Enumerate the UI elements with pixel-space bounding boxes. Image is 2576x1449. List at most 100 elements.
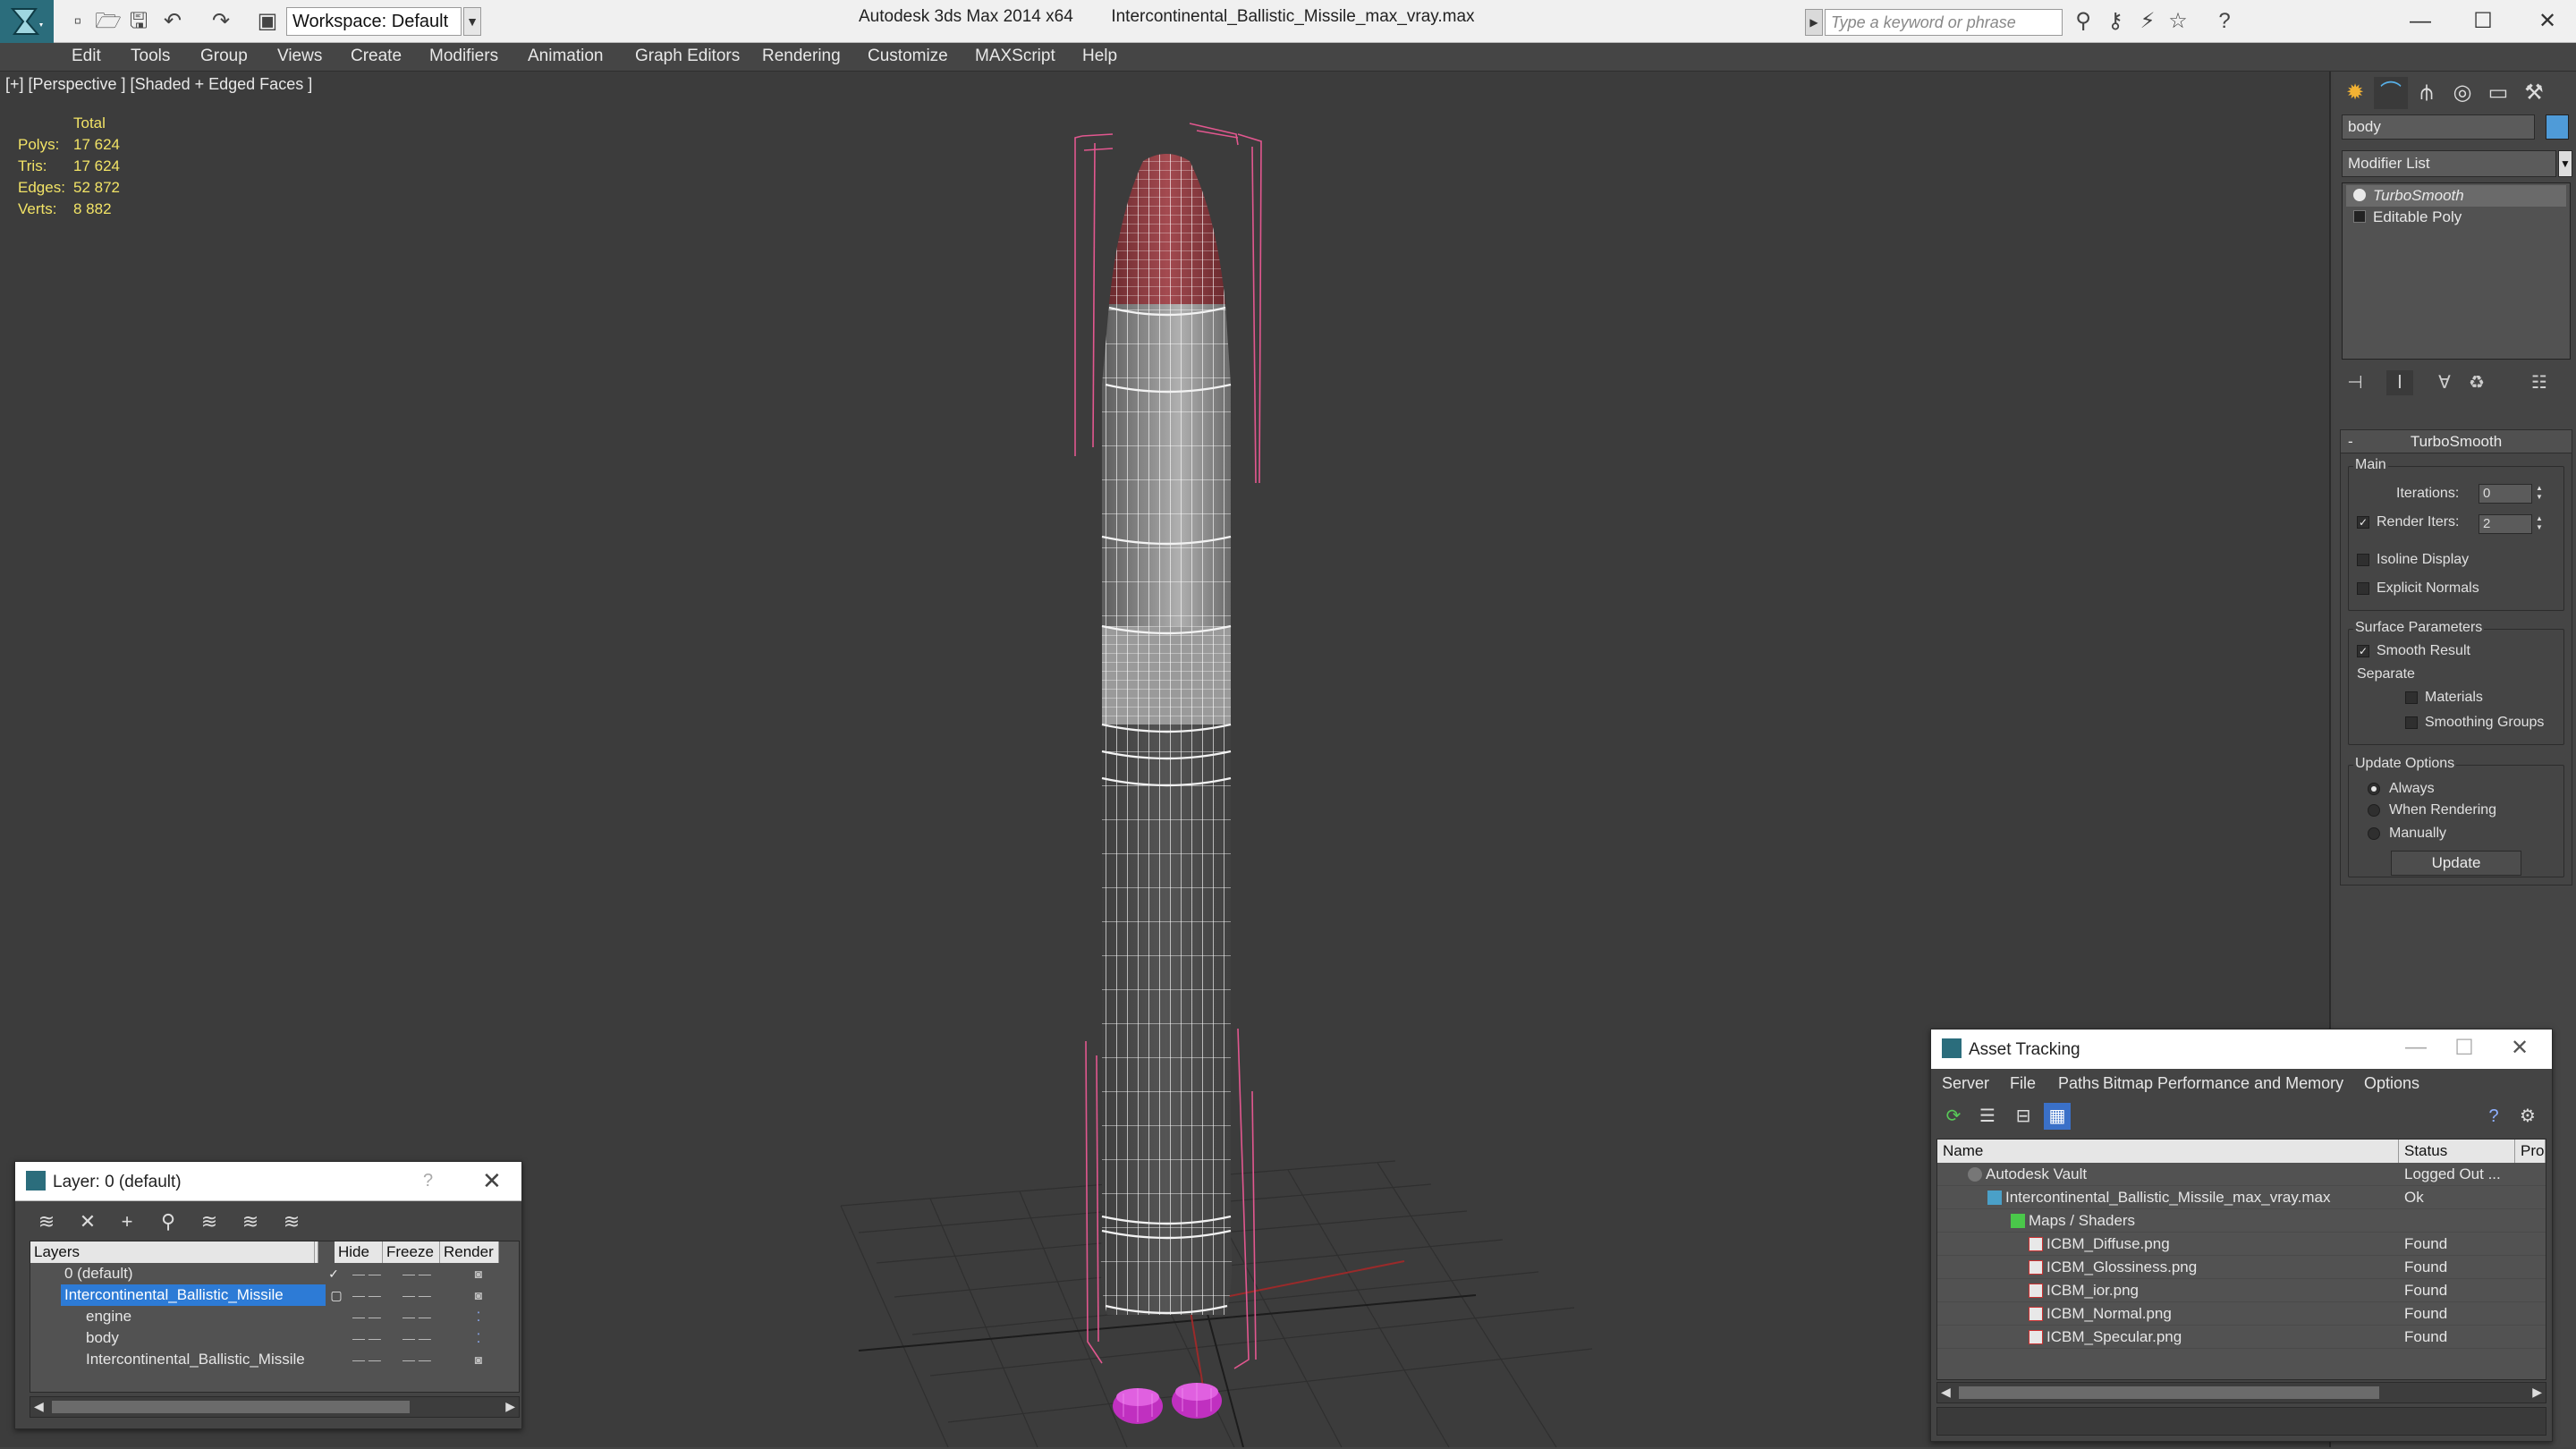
stack-item-editable-poly[interactable]: Editable Poly <box>2346 207 2566 228</box>
column-header-layers[interactable]: Layers <box>30 1241 315 1263</box>
when-rendering-radio[interactable] <box>2368 804 2380 817</box>
asset-row-vault[interactable]: Autodesk Vault Logged Out ... <box>1937 1163 2546 1186</box>
refresh-icon[interactable]: ⟳ <box>1940 1103 1967 1130</box>
save-file-icon[interactable]: 🖫 <box>125 9 152 34</box>
create-layer-icon[interactable]: ≋ <box>33 1208 60 1235</box>
asset-row-glossiness[interactable]: ICBM_Glossiness.png Found <box>1937 1256 2546 1279</box>
lightbulb-icon[interactable] <box>2353 189 2366 201</box>
menu-rendering[interactable]: Rendering <box>762 47 841 66</box>
freeze-toggle[interactable]: — — <box>399 1306 435 1327</box>
table-view-icon[interactable]: ▦ <box>2044 1103 2071 1130</box>
render-dots-icon[interactable]: ⁚ <box>465 1327 492 1349</box>
asset-menu-paths[interactable]: Paths <box>2058 1074 2099 1093</box>
object-row-engine[interactable]: engine — — — — ⁚ <box>30 1306 519 1327</box>
scrollbar-thumb[interactable] <box>1959 1386 2379 1399</box>
menu-group[interactable]: Group <box>200 47 248 66</box>
scroll-right-icon[interactable]: ▶ <box>505 1399 515 1414</box>
hierarchy-tab-icon[interactable]: ⫛ <box>2410 77 2444 109</box>
hide-toggle[interactable]: — — <box>349 1284 385 1306</box>
object-color-swatch[interactable] <box>2546 114 2569 140</box>
menu-modifiers[interactable]: Modifiers <box>429 47 498 66</box>
select-objects-in-layer-icon[interactable]: ⚲ <box>155 1208 182 1235</box>
menu-animation[interactable]: Animation <box>528 47 604 66</box>
menu-edit[interactable]: Edit <box>72 47 101 66</box>
asset-menu-options[interactable]: Options <box>2364 1074 2419 1093</box>
menu-maxscript[interactable]: MAXScript <box>975 47 1055 66</box>
render-teapot-icon[interactable]: ◙ <box>465 1284 492 1306</box>
modify-tab-icon[interactable]: ⌒ <box>2374 77 2408 109</box>
asset-row-max-file[interactable]: Intercontinental_Ballistic_Missile_max_v… <box>1937 1186 2546 1209</box>
application-button[interactable] <box>0 0 54 43</box>
list-view-icon[interactable]: ☰ <box>1974 1103 2001 1130</box>
help-icon[interactable]: ? <box>2211 9 2238 34</box>
object-row-body[interactable]: body — — — — ⁚ <box>30 1327 519 1349</box>
active-layer-check-icon[interactable]: ✓ <box>326 1263 342 1284</box>
scrollbar-thumb[interactable] <box>52 1401 410 1413</box>
communication-center-icon[interactable]: ⚡ <box>2134 9 2161 34</box>
smoothing-groups-checkbox[interactable] <box>2405 716 2418 729</box>
freeze-toggle[interactable]: — — <box>399 1263 435 1284</box>
configure-modifier-sets-icon[interactable]: ☷ <box>2526 370 2553 395</box>
make-unique-icon[interactable]: ∀ <box>2431 370 2458 395</box>
asset-row-maps-shaders[interactable]: Maps / Shaders <box>1937 1209 2546 1233</box>
hide-toggle[interactable]: — — <box>349 1349 385 1370</box>
menu-views[interactable]: Views <box>277 47 322 66</box>
project-folder-icon[interactable]: ▣ <box>254 9 281 34</box>
tree-view-icon[interactable]: ⊟ <box>2010 1103 2037 1130</box>
redo-icon[interactable]: ↷ <box>208 9 234 34</box>
close-icon[interactable]: ✕ <box>2521 4 2574 39</box>
binoculars-icon[interactable]: ⚲ <box>2070 9 2097 34</box>
materials-checkbox[interactable] <box>2405 691 2418 704</box>
column-header-freeze[interactable]: Freeze <box>383 1241 440 1263</box>
asset-menu-server[interactable]: Server <box>1942 1074 1989 1093</box>
column-header-pro[interactable]: Pro <box>2515 1140 2546 1163</box>
column-header-status[interactable]: Status <box>2399 1140 2515 1163</box>
render-dots-icon[interactable]: ⁚ <box>465 1306 492 1327</box>
freeze-toggle[interactable]: — — <box>399 1349 435 1370</box>
expand-icon[interactable] <box>2353 210 2366 223</box>
freeze-toggle[interactable]: — — <box>399 1284 435 1306</box>
display-tab-icon[interactable]: ▭ <box>2481 77 2515 109</box>
always-radio[interactable] <box>2368 783 2380 795</box>
layer-horizontal-scrollbar[interactable]: ◀ ▶ <box>30 1396 520 1418</box>
close-icon[interactable]: ✕ <box>2502 1035 2538 1061</box>
asset-menu-bitmap-performance[interactable]: Bitmap Performance and Memory <box>2103 1074 2343 1093</box>
minimize-icon[interactable]: — <box>2398 1035 2434 1060</box>
add-to-layer-icon[interactable]: + <box>114 1208 140 1235</box>
freeze-toggle[interactable]: — — <box>399 1327 435 1349</box>
utilities-tab-icon[interactable]: ⚒ <box>2517 77 2551 109</box>
pin-stack-icon[interactable]: ⊣ <box>2342 370 2368 395</box>
asset-path-field[interactable] <box>1936 1407 2546 1436</box>
modifier-list-arrow-icon[interactable]: ▼ <box>2558 150 2572 177</box>
layer-row-default[interactable]: 0 (default) ✓ — — — — ◙ <box>30 1263 519 1284</box>
create-tab-icon[interactable]: ✹ <box>2338 77 2372 109</box>
iterations-spinner[interactable]: 0 <box>2479 484 2532 504</box>
render-teapot-icon[interactable]: ◙ <box>465 1349 492 1370</box>
undo-icon[interactable]: ↶ <box>159 9 186 34</box>
workspace-dropdown[interactable]: Workspace: Default <box>286 7 462 36</box>
object-name-field[interactable]: body <box>2342 114 2535 140</box>
menu-customize[interactable]: Customize <box>868 47 948 66</box>
render-teapot-icon[interactable]: ◙ <box>465 1263 492 1284</box>
column-header-name[interactable]: Name <box>1937 1140 2399 1163</box>
asset-row-normal[interactable]: ICBM_Normal.png Found <box>1937 1302 2546 1326</box>
maximize-icon[interactable]: ☐ <box>2446 1035 2482 1061</box>
collapse-icon[interactable]: - <box>2348 430 2353 453</box>
asset-dialog-titlebar[interactable]: Asset Tracking — ☐ ✕ <box>1931 1030 2552 1069</box>
modifier-list-dropdown[interactable]: Modifier List <box>2342 150 2556 177</box>
asset-row-diffuse[interactable]: ICBM_Diffuse.png Found <box>1937 1233 2546 1256</box>
render-iters-spinner[interactable]: 2 <box>2479 514 2532 534</box>
menu-tools[interactable]: Tools <box>131 47 170 66</box>
subscription-key-icon[interactable]: ⚷ <box>2102 9 2129 34</box>
column-header-hide[interactable]: Hide <box>335 1241 383 1263</box>
scroll-left-icon[interactable]: ◀ <box>1941 1385 1951 1400</box>
viewport-label-menu[interactable]: [+] [Perspective ] [Shaded + Edged Faces… <box>5 75 312 94</box>
active-layer-box-icon[interactable]: ▢ <box>329 1284 343 1306</box>
help-icon[interactable]: ? <box>423 1171 433 1191</box>
layer-row-icbm[interactable]: Intercontinental_Ballistic_Missile ▢ — —… <box>30 1284 519 1306</box>
favorites-star-icon[interactable]: ☆ <box>2165 9 2191 34</box>
motion-tab-icon[interactable]: ◎ <box>2445 77 2479 109</box>
update-button[interactable]: Update <box>2391 851 2521 876</box>
search-input[interactable]: Type a keyword or phrase <box>1825 9 2063 36</box>
column-header-render[interactable]: Render <box>440 1241 499 1263</box>
